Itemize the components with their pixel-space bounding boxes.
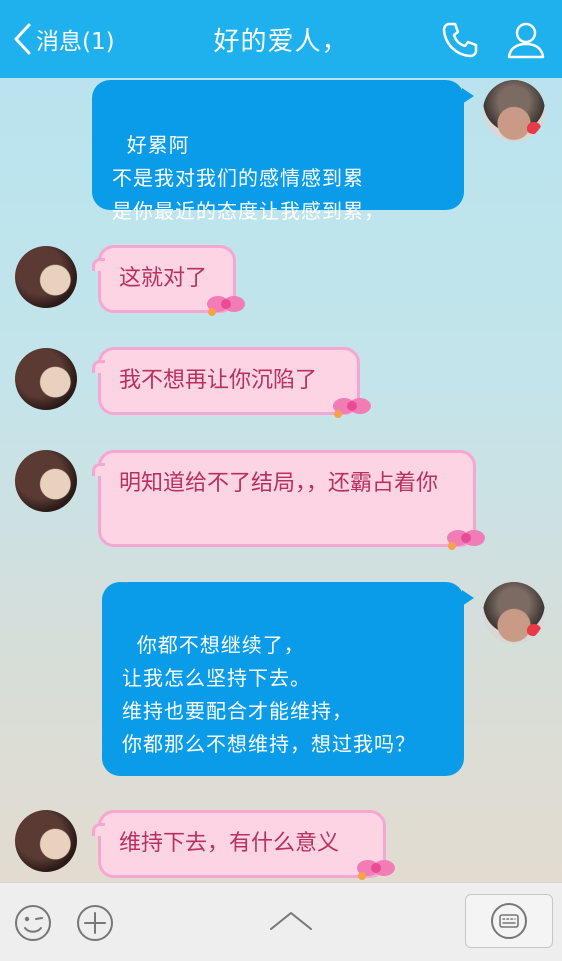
message-bubble-outgoing[interactable]: 好累阿 不是我对我们的感情感到累 是你最近的态度让我感到累， bbox=[92, 80, 474, 223]
person-icon bbox=[507, 22, 545, 59]
message-text: 我不想再让你沉陷了 bbox=[119, 368, 318, 393]
more-options-button[interactable] bbox=[75, 903, 115, 947]
contact-profile-button[interactable] bbox=[506, 20, 546, 60]
contact-avatar[interactable] bbox=[15, 450, 77, 512]
phone-call-button[interactable] bbox=[440, 20, 480, 60]
message-text: 明知道给不了结局，，还霸占着你 bbox=[119, 471, 439, 496]
bow-sticker-icon bbox=[447, 530, 485, 550]
contact-avatar[interactable] bbox=[15, 246, 77, 308]
chevron-up-icon bbox=[270, 912, 312, 930]
message-text: 你都不想继续了， 让我怎么坚持下去。 维持也要配合才能维持， 你都那么不想维持，… bbox=[122, 633, 416, 756]
contact-avatar[interactable] bbox=[15, 810, 77, 872]
message-bubble-incoming[interactable]: 明知道给不了结局，，还霸占着你 bbox=[92, 450, 476, 547]
message-text: 好累阿 不是我对我们的感情感到累 是你最近的态度让我感到累， bbox=[112, 133, 385, 223]
contact-avatar[interactable] bbox=[15, 348, 77, 410]
bow-sticker-icon bbox=[357, 860, 395, 880]
keyboard-toggle-button[interactable] bbox=[465, 894, 553, 948]
message-bubble-incoming[interactable]: 我不想再让你沉陷了 bbox=[92, 347, 360, 415]
phone-icon bbox=[442, 22, 478, 58]
bow-sticker-icon bbox=[207, 296, 245, 316]
my-avatar[interactable] bbox=[483, 80, 545, 142]
keyboard-icon bbox=[491, 903, 527, 939]
bow-sticker-icon bbox=[333, 398, 371, 418]
message-bubble-outgoing[interactable]: 你都不想继续了， 让我怎么坚持下去。 维持也要配合才能维持， 你都那么不想维持，… bbox=[102, 582, 474, 776]
message-text: 维持下去，有什么意义 bbox=[119, 831, 340, 856]
message-bubble-incoming[interactable]: 维持下去，有什么意义 bbox=[92, 810, 386, 878]
message-text: 这就对了 bbox=[119, 266, 208, 291]
expand-panel-button[interactable] bbox=[268, 907, 314, 939]
input-toolbar bbox=[0, 882, 562, 961]
chat-header: 消息(1) 好的爱人， bbox=[0, 0, 562, 78]
wink-face-icon bbox=[15, 905, 51, 941]
plus-icon bbox=[77, 905, 113, 941]
my-avatar[interactable] bbox=[483, 582, 545, 644]
emoji-button[interactable] bbox=[13, 903, 53, 947]
